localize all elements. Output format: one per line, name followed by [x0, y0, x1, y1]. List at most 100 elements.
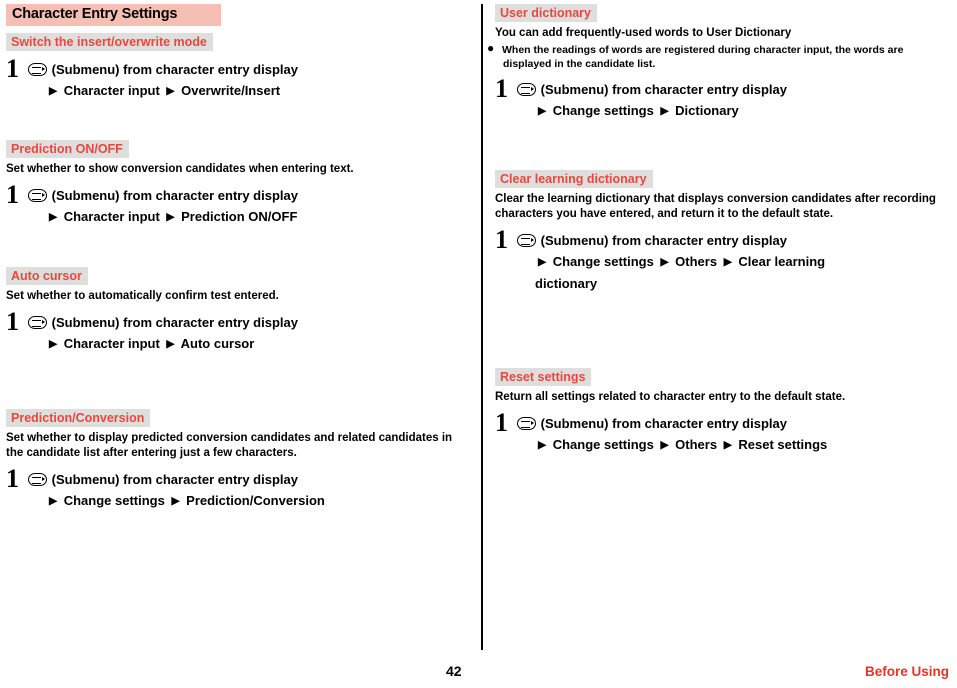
page-title: Character Entry Settings — [12, 6, 178, 22]
step-line-1-text: (Submenu) from character entry display — [540, 233, 787, 248]
step-line-2: ▶ Character input ▶ Overwrite/Insert — [28, 80, 471, 102]
step-option-3: Clear learning — [738, 254, 826, 269]
step-line-1-text: (Submenu) from character entry display — [540, 82, 787, 97]
section-heading: Switch the insert/overwrite mode — [6, 33, 213, 51]
step-line-1: (Submenu) from character entry display — [28, 59, 471, 80]
step-line-2: ▶ Character input ▶ Prediction ON/OFF — [28, 206, 471, 228]
step-line-1: (Submenu) from character entry display — [28, 469, 471, 490]
step-line-1: (Submenu) from character entry display — [28, 185, 471, 206]
section-prediction-conversion: Prediction/Conversion Set whether to dis… — [6, 409, 471, 512]
step-line-1-text: (Submenu) from character entry display — [51, 315, 298, 330]
step-block: 1 (Submenu) from character entry display… — [495, 409, 950, 456]
bullet-icon: ● — [487, 41, 495, 55]
column-divider — [481, 4, 483, 650]
section-description: Set whether to automatically confirm tes… — [6, 290, 279, 302]
arrow-icon: ▶ — [166, 84, 175, 97]
step-option-1: Character input — [63, 209, 160, 224]
submenu-key-icon — [28, 63, 47, 76]
section-heading: Clear learning dictionary — [495, 170, 653, 188]
step-number: 1 — [495, 408, 508, 437]
section-description: Clear the learning dictionary that displ… — [495, 193, 936, 220]
submenu-key-icon — [517, 83, 536, 96]
step-option-1: Change settings — [552, 103, 654, 118]
step-number: 1 — [495, 225, 508, 254]
step-option-1: Change settings — [63, 493, 165, 508]
section-description: Set whether to show conversion candidate… — [6, 163, 354, 175]
section-prediction-on-off: Prediction ON/OFF Set whether to show co… — [6, 140, 471, 228]
arrow-icon: ▶ — [538, 104, 547, 117]
step-line-1: (Submenu) from character entry display — [28, 312, 471, 333]
step-block: 1 (Submenu) from character entry display… — [6, 465, 471, 512]
page-number: 42 — [446, 663, 462, 679]
step-block: 1 (Submenu) from character entry display… — [6, 181, 471, 228]
step-line-1: (Submenu) from character entry display — [517, 79, 950, 100]
step-number: 1 — [6, 180, 19, 209]
section-clear-learning-dictionary: Clear learning dictionary Clear the lear… — [495, 170, 950, 294]
section-heading: Auto cursor — [6, 267, 88, 285]
step-option-3: Reset settings — [738, 437, 828, 452]
submenu-key-icon — [28, 189, 47, 202]
section-switch-insert-overwrite: Switch the insert/overwrite mode 1 (Subm… — [6, 33, 471, 102]
step-option-1: Change settings — [552, 437, 654, 452]
step-block: 1 (Submenu) from character entry display… — [6, 55, 471, 102]
step-line-1-text: (Submenu) from character entry display — [51, 62, 298, 77]
section-heading: Prediction ON/OFF — [6, 140, 129, 158]
step-option-1: Change settings — [552, 254, 654, 269]
arrow-icon: ▶ — [723, 438, 732, 451]
step-option-2: Prediction ON/OFF — [181, 209, 298, 224]
step-line-1-text: (Submenu) from character entry display — [51, 188, 298, 203]
step-option-2: Dictionary — [675, 103, 739, 118]
arrow-icon: ▶ — [171, 494, 180, 507]
arrow-icon: ▶ — [166, 337, 175, 350]
submenu-key-icon — [517, 234, 536, 247]
step-line-1: (Submenu) from character entry display — [517, 413, 950, 434]
step-option-1: Character input — [63, 83, 160, 98]
arrow-icon: ▶ — [660, 255, 669, 268]
step-option-1: Character input — [63, 336, 160, 351]
submenu-key-icon — [28, 473, 47, 486]
step-block: 1 (Submenu) from character entry display… — [6, 308, 471, 355]
step-line-2: ▶ Change settings ▶ Others ▶ Reset setti… — [517, 434, 950, 456]
arrow-icon: ▶ — [660, 438, 669, 451]
step-line-1-text: (Submenu) from character entry display — [51, 472, 298, 487]
step-line-2: ▶ Character input ▶ Auto cursor — [28, 333, 471, 355]
arrow-icon: ▶ — [49, 337, 58, 350]
step-number: 1 — [6, 307, 19, 336]
arrow-icon: ▶ — [660, 104, 669, 117]
step-line-1-text: (Submenu) from character entry display — [540, 416, 787, 431]
step-line-3: dictionary — [535, 275, 598, 291]
step-block: 1 (Submenu) from character entry display… — [495, 226, 950, 294]
step-line-2: ▶ Change settings ▶ Dictionary — [517, 100, 950, 122]
submenu-key-icon — [517, 417, 536, 430]
arrow-icon: ▶ — [538, 255, 547, 268]
footer-chapter-label: Before Using — [864, 664, 949, 679]
arrow-icon: ▶ — [166, 210, 175, 223]
step-option-2: Prediction/Conversion — [186, 493, 325, 508]
section-heading: Prediction/Conversion — [6, 409, 151, 427]
arrow-icon: ▶ — [49, 84, 58, 97]
step-number: 1 — [6, 54, 19, 83]
section-description: Return all settings related to character… — [495, 391, 846, 403]
step-option-2: Overwrite/Insert — [181, 83, 281, 98]
step-block: 1 (Submenu) from character entry display… — [495, 75, 950, 122]
submenu-key-icon — [28, 316, 47, 329]
section-auto-cursor: Auto cursor Set whether to automatically… — [6, 267, 471, 355]
section-note: ● When the readings of words are register… — [487, 41, 950, 71]
arrow-icon: ▶ — [538, 438, 547, 451]
section-note-text: When the readings of words are registere… — [502, 44, 904, 70]
step-line-1: (Submenu) from character entry display — [517, 230, 950, 251]
step-option-2: Others — [675, 254, 718, 269]
section-user-dictionary: User dictionary You can add frequently-u… — [487, 4, 950, 122]
document-page: Character Entry Settings Switch the inse… — [0, 0, 957, 688]
step-option-2: Auto cursor — [180, 336, 255, 351]
step-number: 1 — [495, 74, 508, 103]
arrow-icon: ▶ — [723, 255, 732, 268]
step-number: 1 — [6, 464, 19, 493]
step-option-2: Others — [675, 437, 718, 452]
section-description: Set whether to display predicted convers… — [6, 432, 453, 459]
section-description: You can add frequently-used words to Use… — [495, 27, 792, 39]
arrow-icon: ▶ — [49, 210, 58, 223]
section-heading: User dictionary — [495, 4, 598, 22]
arrow-icon: ▶ — [49, 494, 58, 507]
step-line-2: ▶ Change settings ▶ Prediction/Conversio… — [28, 490, 471, 512]
